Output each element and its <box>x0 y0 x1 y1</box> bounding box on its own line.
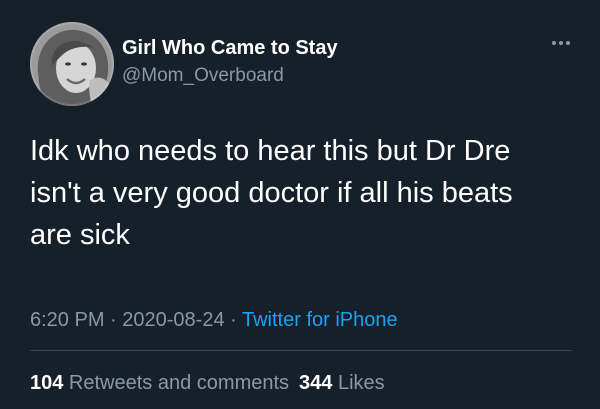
retweets-stat[interactable]: 104 Retweets and comments <box>30 372 289 394</box>
tweet-stats: 104 Retweets and comments 344 Likes <box>30 370 385 396</box>
tweet-card: Girl Who Came to Stay @Mom_Overboard Idk… <box>0 0 600 409</box>
avatar[interactable] <box>30 22 114 106</box>
likes-count: 344 <box>299 372 333 394</box>
more-dot <box>566 41 570 45</box>
tweet-text-line: Idk who needs to hear this but Dr Dre <box>30 135 511 167</box>
retweets-count: 104 <box>30 372 64 394</box>
meta-separator: · <box>104 309 123 331</box>
retweets-label: Retweets and comments <box>63 372 290 394</box>
tweet-meta: 6:20 PM · 2020-08-24 · Twitter for iPhon… <box>30 307 398 333</box>
author-info: Girl Who Came to Stay @Mom_Overboard <box>122 36 338 88</box>
more-dot <box>552 41 556 45</box>
tweet-text-line: isn't a very good doctor if all his beat… <box>30 177 513 209</box>
tweet-text-line: are sick <box>30 219 130 251</box>
likes-stat[interactable]: 344 Likes <box>299 372 385 394</box>
tweet-date[interactable]: 2020-08-24 <box>122 309 224 331</box>
avatar-photo <box>30 22 114 106</box>
more-dot <box>559 41 563 45</box>
more-options-icon[interactable] <box>550 38 572 48</box>
user-handle[interactable]: @Mom_Overboard <box>122 64 338 88</box>
tweet-text: Idk who needs to hear this but Dr Dre is… <box>30 130 590 256</box>
tweet-time[interactable]: 6:20 PM <box>30 309 104 331</box>
divider <box>30 350 572 351</box>
meta-separator: · <box>224 309 242 331</box>
likes-label: Likes <box>332 372 385 394</box>
tweet-source-link[interactable]: Twitter for iPhone <box>242 309 398 331</box>
display-name[interactable]: Girl Who Came to Stay <box>122 36 338 60</box>
